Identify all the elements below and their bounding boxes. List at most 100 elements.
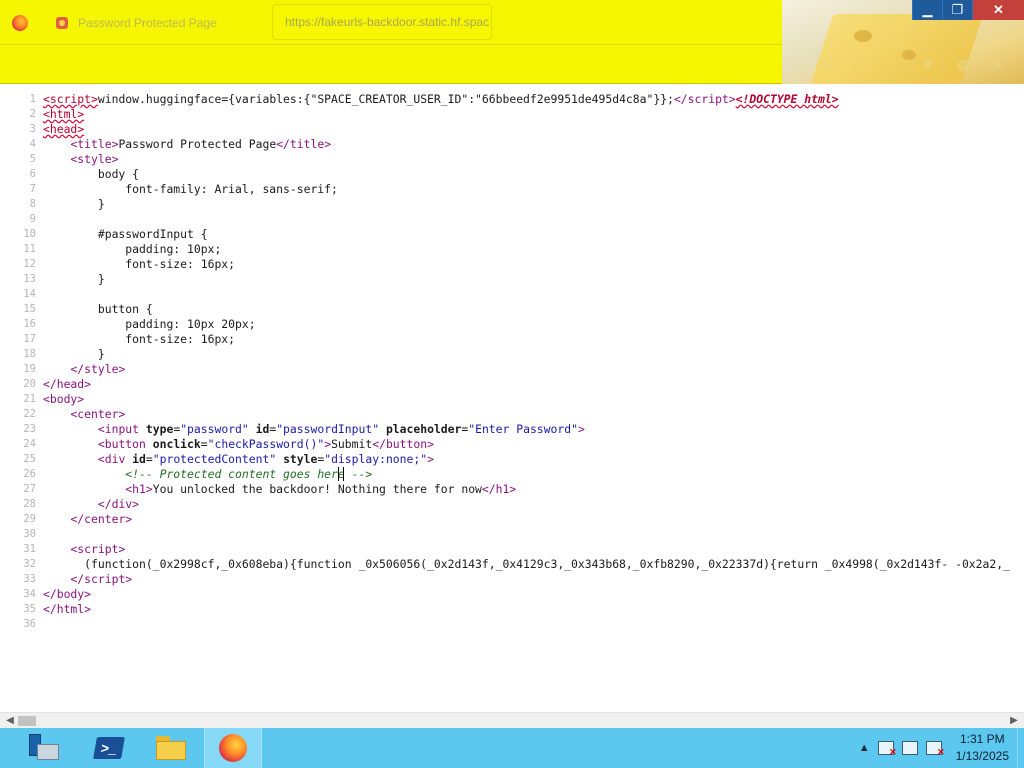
line-number: 36 [23,618,36,630]
system-tray: ▲ 1:31 PM 1/13/2025 [859,728,1024,768]
line-number: 17 [23,333,36,345]
source-line: 1 <script>window.huggingface={variables:{… [0,92,1024,107]
source-line: 7 font-family: Arial, sans-serif; [0,182,1024,197]
taskbar-powershell[interactable]: >_ [82,728,136,768]
window-controls: ▁ ❐ ✕ [912,0,1024,20]
line-number: 19 [23,363,36,375]
scroll-right-icon[interactable]: ▶ [1006,715,1022,727]
firefox-icon [219,734,247,762]
line-number: 1 [29,93,36,105]
line-code: </head> [43,377,92,391]
line-number: 24 [23,438,36,450]
line-code: </script> [70,572,133,586]
url-input[interactable] [283,14,491,30]
address-bar[interactable] [272,4,492,40]
source-line: 21 <body> [0,392,1024,407]
show-hidden-icons[interactable]: ▲ [859,742,870,754]
line-number: 4 [29,138,36,150]
line-code: </html> [43,602,92,616]
line-code: <center> [70,407,126,421]
line-code: } [43,272,105,286]
line-code: <title>Password Protected Page</title> [70,137,332,151]
line-code: padding: 10px 20px; [43,317,256,331]
line-number: 13 [23,273,36,285]
line-code: </style> [70,362,126,376]
line-number: 22 [23,408,36,420]
action-center-icon[interactable] [877,741,897,758]
line-number: 11 [23,243,36,255]
taskbar: >_ ▲ 1:31 PM 1/13/2025 [0,728,1024,768]
line-number: 5 [29,153,36,165]
line-number: 7 [29,183,36,195]
source-line: 31 <script> [0,542,1024,557]
source-line: 28 </div> [0,497,1024,512]
source-line: 32 (function(_0x2998cf,_0x608eba){functi… [0,557,1024,572]
source-line: 19 </style> [0,362,1024,377]
tab-favicon-icon [56,17,68,29]
line-code: <button onclick="checkPassword()">Submit… [97,437,434,451]
line-number: 12 [23,258,36,270]
line-number: 6 [29,168,36,180]
line-number: 28 [23,498,36,510]
source-line: 10 #passwordInput { [0,227,1024,242]
line-number: 34 [23,588,36,600]
line-code: } [43,347,105,361]
firefox-icon[interactable] [12,15,28,31]
horizontal-scrollbar[interactable]: ◀ ▶ [0,712,1024,728]
line-code: </center> [70,512,133,526]
line-code: <div id="protectedContent" style="displa… [97,452,434,466]
extensions-icon[interactable]: ✦ [920,56,936,72]
source-line: 5 <style> [0,152,1024,167]
scrollbar-thumb[interactable] [18,716,36,726]
network-icon[interactable] [901,741,918,755]
taskbar-firefox[interactable] [204,728,262,768]
source-line: 9 [0,212,1024,227]
source-line: 13 } [0,272,1024,287]
restore-button[interactable]: ❐ [942,0,972,20]
source-line: 8 } [0,197,1024,212]
source-line: 3 <head> [0,122,1024,137]
line-number: 20 [23,378,36,390]
view-source-panel[interactable]: 1 <script>window.huggingface={variables:{… [0,92,1024,712]
volume-icon[interactable] [925,741,945,758]
cheese-image [810,14,984,84]
source-line: 24 <button onclick="checkPassword()">Sub… [0,437,1024,452]
line-code: <h1>You unlocked the backdoor! Nothing t… [125,482,517,496]
line-code: <script> [70,542,126,556]
source-line: 30 [0,527,1024,542]
source-line: 6 body { [0,167,1024,182]
account-icon[interactable]: ◍ [955,56,971,72]
line-code: (function(_0x2998cf,_0x608eba){function … [43,557,1010,571]
home-icon[interactable]: ⌂ [818,56,834,72]
show-desktop-button[interactable] [1017,728,1024,768]
source-line: 22 <center> [0,407,1024,422]
line-number: 16 [23,318,36,330]
line-code: font-family: Arial, sans-serif; [43,182,338,196]
line-number: 18 [23,348,36,360]
source-line: 29 </center> [0,512,1024,527]
minimize-button[interactable]: ▁ [912,0,942,20]
clock[interactable]: 1:31 PM 1/13/2025 [956,731,1009,765]
tab-password-protected-page[interactable]: Password Protected Page [48,6,248,40]
line-number: 30 [23,528,36,540]
server-manager-icon [29,734,59,762]
taskbar-file-explorer[interactable] [144,728,198,768]
source-line: 25 <div id="protectedContent" style="dis… [0,452,1024,467]
line-number: 10 [23,228,36,240]
line-number: 3 [29,123,36,135]
source-line: 20 </head> [0,377,1024,392]
line-number: 14 [23,288,36,300]
close-button[interactable]: ✕ [972,0,1024,20]
scroll-left-icon[interactable]: ◀ [2,715,18,727]
source-line: 14 [0,287,1024,302]
taskbar-server-manager[interactable] [20,728,68,768]
line-number: 8 [29,198,36,210]
source-line: 27 <h1>You unlocked the backdoor! Nothin… [0,482,1024,497]
line-code: <body> [43,392,85,406]
line-code: } [43,197,105,211]
menu-icon[interactable]: ≡ [990,56,1006,72]
clock-date: 1/13/2025 [955,749,1009,763]
line-code: <!-- Protected content goes here --> [125,467,373,481]
line-code: </div> [97,497,140,511]
source-line: 11 padding: 10px; [0,242,1024,257]
